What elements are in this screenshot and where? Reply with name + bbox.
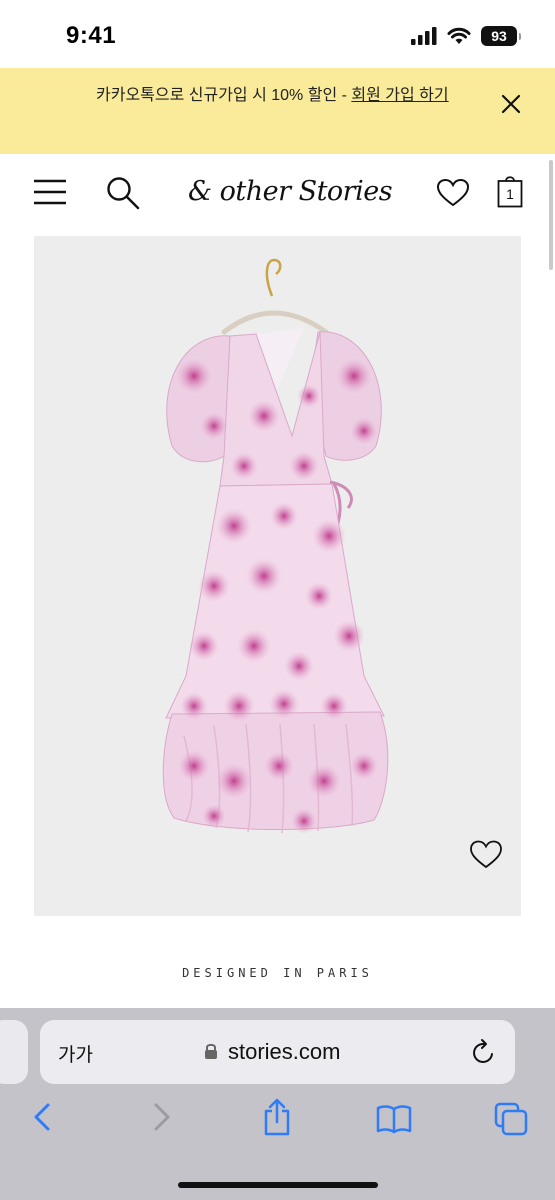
back-icon[interactable] [32, 1102, 52, 1132]
promo-text: 카카오톡으로 신규가입 시 10% 할인 - 회원 가입 하기 [96, 84, 466, 108]
tabs-icon[interactable] [494, 1102, 528, 1136]
status-time: 9:41 [66, 22, 117, 49]
close-icon[interactable] [499, 92, 523, 116]
share-icon[interactable] [262, 1098, 292, 1136]
product-image[interactable] [34, 236, 521, 916]
status-bar: 9:41 93 [0, 0, 555, 68]
promo-banner: 카카오톡으로 신규가입 시 10% 할인 - 회원 가입 하기 [0, 68, 555, 154]
dress-illustration [162, 258, 389, 834]
signup-link[interactable]: 회원 가입 하기 [351, 87, 448, 104]
designed-in-paris: DESIGNED IN PARIS [182, 966, 373, 980]
status-icons: 93 [411, 26, 521, 46]
forward-icon[interactable] [152, 1102, 172, 1132]
bookmarks-icon[interactable] [376, 1104, 412, 1134]
site-logo[interactable]: & other Stories [188, 176, 393, 207]
address-bar[interactable]: 가가 stories.com [40, 1020, 515, 1084]
reload-icon[interactable] [471, 1038, 497, 1066]
heart-icon[interactable] [437, 179, 469, 207]
home-indicator[interactable] [178, 1182, 378, 1188]
signal-icon [411, 27, 437, 45]
browser-toolbar: 가가 stories.com [0, 1008, 555, 1200]
lock-icon [205, 1043, 217, 1059]
search-icon[interactable] [106, 176, 140, 210]
wifi-icon [447, 27, 471, 44]
promo-message: 카카오톡으로 신규가입 시 10% 할인 - [96, 87, 352, 104]
page-settings-button[interactable]: 가가 [58, 1040, 93, 1067]
cart-count: 1 [506, 186, 514, 202]
battery-icon: 93 [481, 26, 521, 46]
menu-icon[interactable] [33, 178, 67, 206]
site-header: & other Stories 1 [0, 154, 555, 234]
battery-level: 93 [491, 28, 507, 44]
scrollbar[interactable] [549, 160, 553, 270]
previous-tab[interactable] [0, 1020, 28, 1084]
wishlist-heart-icon[interactable] [470, 840, 502, 870]
cart-button[interactable]: 1 [497, 174, 523, 208]
url-text[interactable]: stories.com [228, 1039, 340, 1065]
